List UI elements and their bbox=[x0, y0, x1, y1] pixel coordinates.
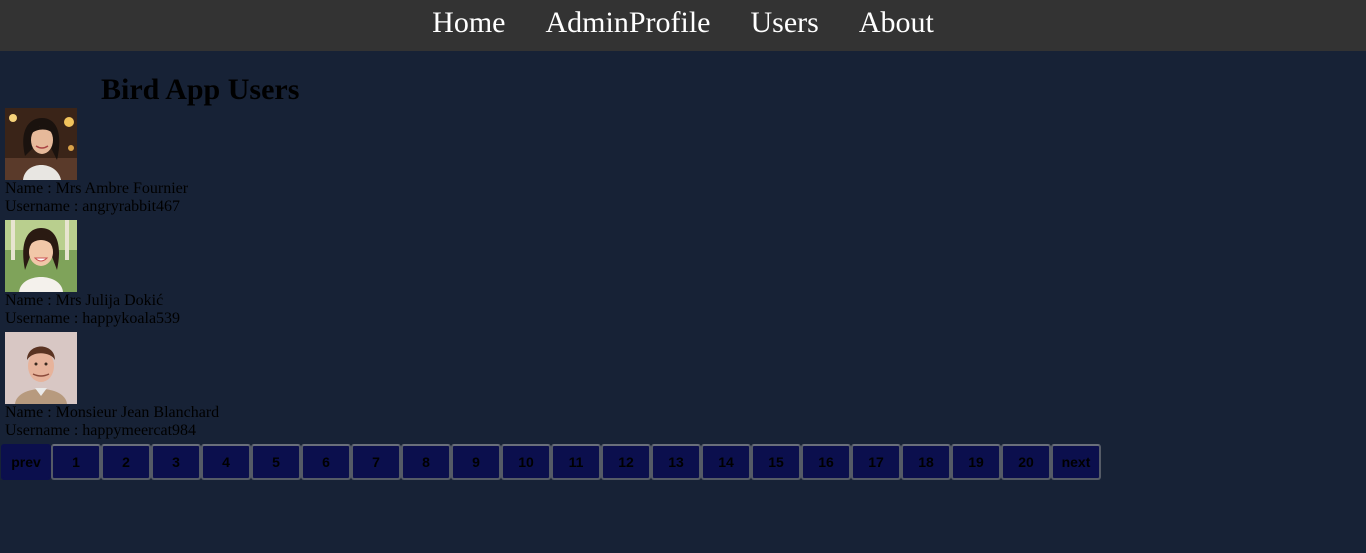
user-card: Name : Monsieur Jean Blanchard Username … bbox=[5, 332, 405, 440]
page-button[interactable]: 12 bbox=[601, 444, 651, 480]
page-button[interactable]: 13 bbox=[651, 444, 701, 480]
page-button[interactable]: 20 bbox=[1001, 444, 1051, 480]
nav-home-link[interactable]: Home bbox=[414, 0, 523, 46]
avatar bbox=[5, 108, 77, 180]
page-button[interactable]: 8 bbox=[401, 444, 451, 480]
page-button[interactable]: 17 bbox=[851, 444, 901, 480]
page-button[interactable]: 18 bbox=[901, 444, 951, 480]
user-name: Name : Mrs Ambre Fournier bbox=[5, 180, 189, 197]
nav-users-link[interactable]: Users bbox=[733, 0, 837, 46]
nav-adminprofile-link[interactable]: AdminProfile bbox=[528, 0, 729, 46]
nav-about-link[interactable]: About bbox=[841, 0, 952, 46]
page-button[interactable]: 16 bbox=[801, 444, 851, 480]
user-username: Username : angryrabbit467 bbox=[5, 198, 181, 215]
page-button[interactable]: 2 bbox=[101, 444, 151, 480]
avatar bbox=[5, 220, 77, 292]
page-button[interactable]: 10 bbox=[501, 444, 551, 480]
pagination: prev 1 2 3 4 5 6 7 8 9 10 11 12 13 14 15 16 17 18 19 20 next bbox=[1, 444, 1101, 480]
page-button[interactable]: 19 bbox=[951, 444, 1001, 480]
page-button[interactable]: 7 bbox=[351, 444, 401, 480]
user-name: Name : Monsieur Jean Blanchard bbox=[5, 404, 220, 421]
page-button[interactable]: 4 bbox=[201, 444, 251, 480]
user-username: Username : happymeercat984 bbox=[5, 422, 197, 439]
page-title: Bird App Users bbox=[101, 73, 300, 106]
user-username: Username : happykoala539 bbox=[5, 310, 181, 327]
page-button[interactable]: 15 bbox=[751, 444, 801, 480]
user-card: Name : Mrs Ambre Fournier Username : ang… bbox=[5, 108, 405, 216]
page-button[interactable]: 9 bbox=[451, 444, 501, 480]
page-button[interactable]: 6 bbox=[301, 444, 351, 480]
next-page-button[interactable]: next bbox=[1051, 444, 1101, 480]
avatar bbox=[5, 332, 77, 404]
page-button[interactable]: 11 bbox=[551, 444, 601, 480]
page-button[interactable]: 3 bbox=[151, 444, 201, 480]
top-navbar: Home AdminProfile Users About bbox=[0, 0, 1366, 51]
page-button[interactable]: 14 bbox=[701, 444, 751, 480]
user-card: Name : Mrs Julija Dokić Username : happy… bbox=[5, 220, 405, 328]
user-name: Name : Mrs Julija Dokić bbox=[5, 292, 164, 309]
page-button[interactable]: 5 bbox=[251, 444, 301, 480]
page-button[interactable]: 1 bbox=[51, 444, 101, 480]
prev-page-button[interactable]: prev bbox=[1, 444, 51, 480]
